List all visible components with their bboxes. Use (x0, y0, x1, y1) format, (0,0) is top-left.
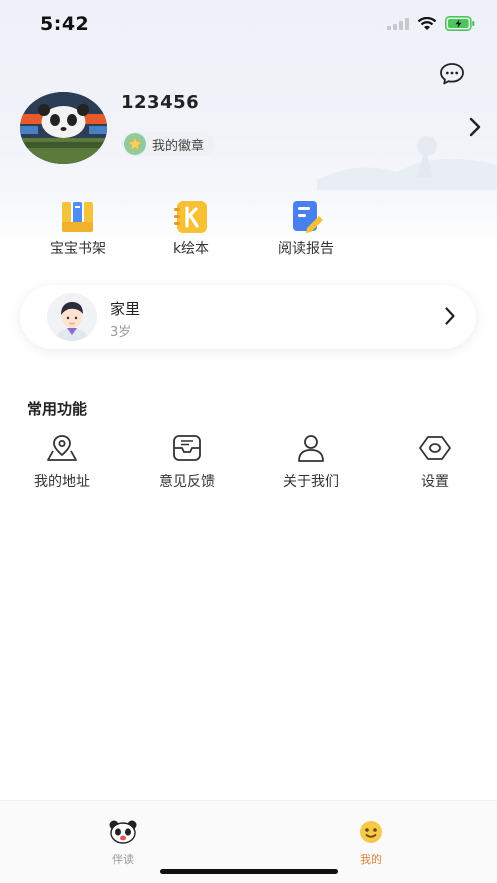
message-icon (440, 63, 464, 85)
feedback-icon (170, 433, 204, 463)
quick-item-label: 阅读报告 (278, 241, 334, 257)
family-member-card[interactable]: 家里 3岁 (20, 285, 476, 349)
reading-report-icon (287, 198, 325, 236)
func-item-label: 意见反馈 (159, 474, 215, 490)
tab-label: 伴读 (112, 853, 134, 866)
k-picturebook-icon (172, 198, 210, 236)
func-item-label: 关于我们 (283, 474, 339, 490)
smiley-icon (356, 819, 386, 845)
quick-item-reading-report[interactable]: 阅读报告 (256, 198, 356, 258)
user-icon (294, 433, 328, 463)
status-icons (387, 16, 475, 31)
family-age: 3岁 (110, 325, 132, 340)
func-item-address[interactable]: 我的地址 (12, 433, 112, 491)
message-button[interactable] (439, 62, 465, 86)
panda-icon (108, 819, 138, 845)
status-time: 5:42 (40, 13, 90, 35)
func-item-settings[interactable]: 设置 (385, 433, 485, 491)
username: 123456 (121, 92, 200, 113)
my-badge-button[interactable]: 我的徽章 (122, 132, 215, 156)
profile-detail-button[interactable] (468, 116, 482, 138)
profile-screen: 5:42 123456 我的徽章 宝宝书架 k绘本 阅读报告 家里 3岁 常用功… (0, 0, 497, 883)
quick-item-label: 宝宝书架 (50, 241, 106, 257)
tab-mine[interactable]: 我的 (331, 819, 411, 867)
battery-icon (445, 16, 475, 31)
quick-item-k-picturebook[interactable]: k绘本 (141, 198, 241, 258)
quick-entries: 宝宝书架 k绘本 阅读报告 (0, 198, 497, 258)
func-item-feedback[interactable]: 意见反馈 (137, 433, 237, 491)
signal-icon (387, 17, 409, 30)
home-indicator (160, 869, 338, 874)
section-title: 常用功能 (27, 400, 88, 418)
child-avatar (47, 293, 97, 341)
tab-companion-reading[interactable]: 伴读 (83, 819, 163, 867)
func-item-label: 我的地址 (34, 474, 90, 490)
star-icon (124, 133, 146, 155)
bookshelf-icon (59, 198, 97, 236)
chevron-right-icon (469, 117, 481, 137)
func-item-about[interactable]: 关于我们 (261, 433, 361, 491)
tab-label: 我的 (360, 853, 382, 866)
common-functions: 我的地址 意见反馈 关于我们 设置 (0, 433, 497, 493)
badge-label: 我的徽章 (152, 138, 205, 154)
quick-item-label: k绘本 (172, 241, 210, 257)
func-item-label: 设置 (421, 474, 449, 490)
wifi-icon (417, 16, 437, 30)
chevron-right-icon (444, 306, 456, 326)
settings-icon (418, 433, 452, 463)
family-name: 家里 (110, 300, 141, 318)
location-icon (45, 433, 79, 463)
status-bar: 5:42 (0, 0, 497, 48)
quick-item-bookshelf[interactable]: 宝宝书架 (28, 198, 128, 258)
avatar[interactable] (20, 92, 107, 164)
